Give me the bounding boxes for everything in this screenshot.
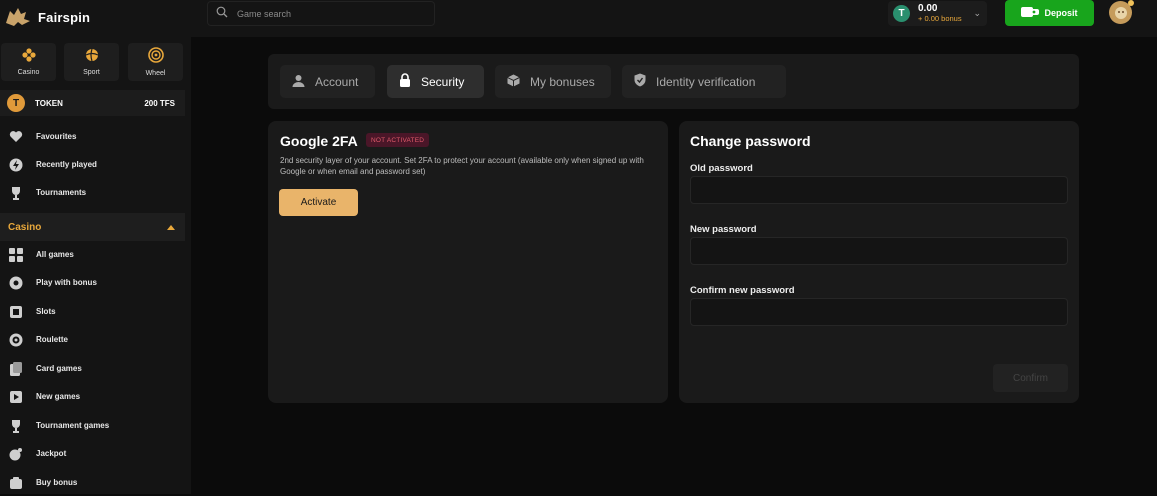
- notification-dot: [1128, 0, 1134, 6]
- buy-bonus-icon: [8, 475, 24, 491]
- sidebar-item-roulette[interactable]: Roulette: [0, 326, 185, 353]
- tether-icon: T: [893, 5, 910, 22]
- quick-nav-label: Wheel: [145, 70, 166, 77]
- sidebar-item-slots[interactable]: Slots: [0, 298, 185, 325]
- box-icon: [507, 74, 520, 90]
- user-icon: [292, 74, 305, 90]
- tab-label: Identity verification: [656, 74, 756, 89]
- profile-tabs: Account Security My bonuses Identity ver…: [268, 54, 1079, 109]
- jackpot-icon: [8, 446, 24, 462]
- balance-amount: 0.00: [918, 2, 938, 14]
- new-games-icon: [8, 389, 24, 405]
- sidebar-item-new-games[interactable]: New games: [0, 383, 185, 410]
- token-balance[interactable]: T TOKEN 200 TFS: [0, 90, 185, 116]
- google-2fa-card: Google 2FA NOT ACTIVATED 2nd security la…: [268, 121, 668, 403]
- change-password-card: Change password Old password New passwor…: [679, 121, 1079, 403]
- cards-icon: [8, 361, 24, 377]
- sidebar-item-recently-played[interactable]: Recently played: [0, 151, 185, 178]
- sidebar-item-label: Slots: [36, 307, 56, 316]
- new-password-field[interactable]: [690, 237, 1068, 265]
- deposit-label: Deposit: [1044, 8, 1078, 18]
- sidebar-item-label: Buy bonus: [36, 478, 78, 487]
- roulette-icon: [8, 332, 24, 348]
- wallet-icon: [1021, 6, 1040, 20]
- lock-icon: [399, 73, 411, 90]
- tab-account[interactable]: Account: [280, 65, 375, 98]
- token-icon: T: [7, 94, 25, 112]
- grid-icon: [8, 247, 24, 263]
- quick-nav-label: Casino: [17, 69, 40, 76]
- sidebar-item-label: All games: [36, 250, 74, 259]
- activate-2fa-button[interactable]: Activate: [279, 189, 358, 216]
- sidebar-item-tournament-games[interactable]: Tournament games: [0, 412, 185, 439]
- sidebar-item-label: Card games: [36, 364, 82, 373]
- confirm-button[interactable]: Confirm: [993, 364, 1068, 392]
- trophy-icon: [8, 418, 24, 434]
- search-input[interactable]: [237, 8, 417, 19]
- chevron-down-icon[interactable]: ⌄: [973, 8, 981, 19]
- quick-nav-sport[interactable]: Sport: [64, 43, 119, 81]
- sidebar-item-label: Tournaments: [36, 188, 87, 197]
- quick-nav-label: Sport: [83, 69, 100, 76]
- sidebar-item-favourites[interactable]: Favourites: [0, 123, 185, 150]
- old-password-field[interactable]: [690, 176, 1068, 204]
- brand-logo[interactable]: Fairspin: [4, 5, 90, 29]
- sidebar-item-label: Favourites: [36, 132, 77, 141]
- slots-icon: [8, 304, 24, 320]
- sidebar-item-jackpot[interactable]: Jackpot: [0, 440, 185, 467]
- sport-ball-icon: [85, 48, 99, 64]
- sidebar: Casino Sport Wheel T TOKEN 200 TFS Favou…: [0, 37, 191, 494]
- tab-label: Security: [421, 74, 465, 89]
- status-badge: NOT ACTIVATED: [366, 133, 430, 147]
- top-bar: Fairspin T 0.00 + 0.00 bonus ⌄ Deposit: [0, 0, 1157, 37]
- confirm-password-label: Confirm new password: [690, 285, 795, 296]
- old-password-label: Old password: [690, 163, 753, 174]
- sidebar-item-play-with-bonus[interactable]: Play with bonus: [0, 269, 185, 296]
- lightning-icon: [8, 157, 24, 173]
- sidebar-item-label: Jackpot: [36, 449, 67, 458]
- trophy-icon: [8, 185, 24, 201]
- quick-nav-casino[interactable]: Casino: [1, 43, 56, 81]
- shield-check-icon: [634, 73, 646, 90]
- tab-label: My bonuses: [530, 74, 595, 89]
- brand-name: Fairspin: [38, 9, 91, 25]
- casino-section-label: Casino: [8, 221, 42, 233]
- tab-security[interactable]: Security: [387, 65, 484, 98]
- wheel-icon: [147, 47, 164, 65]
- tab-my-bonuses[interactable]: My bonuses: [495, 65, 611, 98]
- sidebar-item-buy-bonus[interactable]: Buy bonus: [0, 469, 185, 496]
- search-icon: [216, 5, 228, 23]
- twofa-title: Google 2FA: [280, 133, 358, 149]
- token-name: TOKEN: [35, 98, 63, 108]
- casino-icon: [21, 48, 36, 64]
- new-password-label: New password: [690, 224, 757, 235]
- sidebar-item-all-games[interactable]: All games: [0, 241, 185, 268]
- sidebar-item-card-games[interactable]: Card games: [0, 355, 185, 382]
- chevron-up-icon: [167, 224, 175, 230]
- sidebar-item-tournaments[interactable]: Tournaments: [0, 179, 185, 206]
- casino-section-toggle[interactable]: Casino: [0, 213, 185, 241]
- sidebar-item-label: Recently played: [36, 160, 97, 169]
- sidebar-item-label: Play with bonus: [36, 278, 97, 287]
- bonus-chip-icon: [8, 275, 24, 291]
- quick-nav-wheel[interactable]: Wheel: [128, 43, 183, 81]
- lion-logo-icon: [4, 5, 32, 29]
- sidebar-item-label: Tournament games: [36, 421, 110, 430]
- bonus-amount: + 0.00 bonus: [918, 13, 962, 23]
- sidebar-item-label: New games: [36, 392, 81, 401]
- tab-identity-verification[interactable]: Identity verification: [622, 65, 786, 98]
- tab-label: Account: [315, 74, 359, 89]
- wallet-balance[interactable]: T 0.00 + 0.00 bonus ⌄: [888, 1, 987, 26]
- sidebar-item-label: Roulette: [36, 335, 68, 344]
- change-password-title: Change password: [690, 133, 811, 149]
- token-value: 200 TFS: [144, 98, 175, 108]
- twofa-description: 2nd security layer of your account. Set …: [280, 156, 644, 176]
- confirm-password-field[interactable]: [690, 298, 1068, 326]
- heart-icon: [8, 129, 24, 145]
- search-box[interactable]: [207, 1, 435, 26]
- deposit-button[interactable]: Deposit: [1005, 0, 1094, 26]
